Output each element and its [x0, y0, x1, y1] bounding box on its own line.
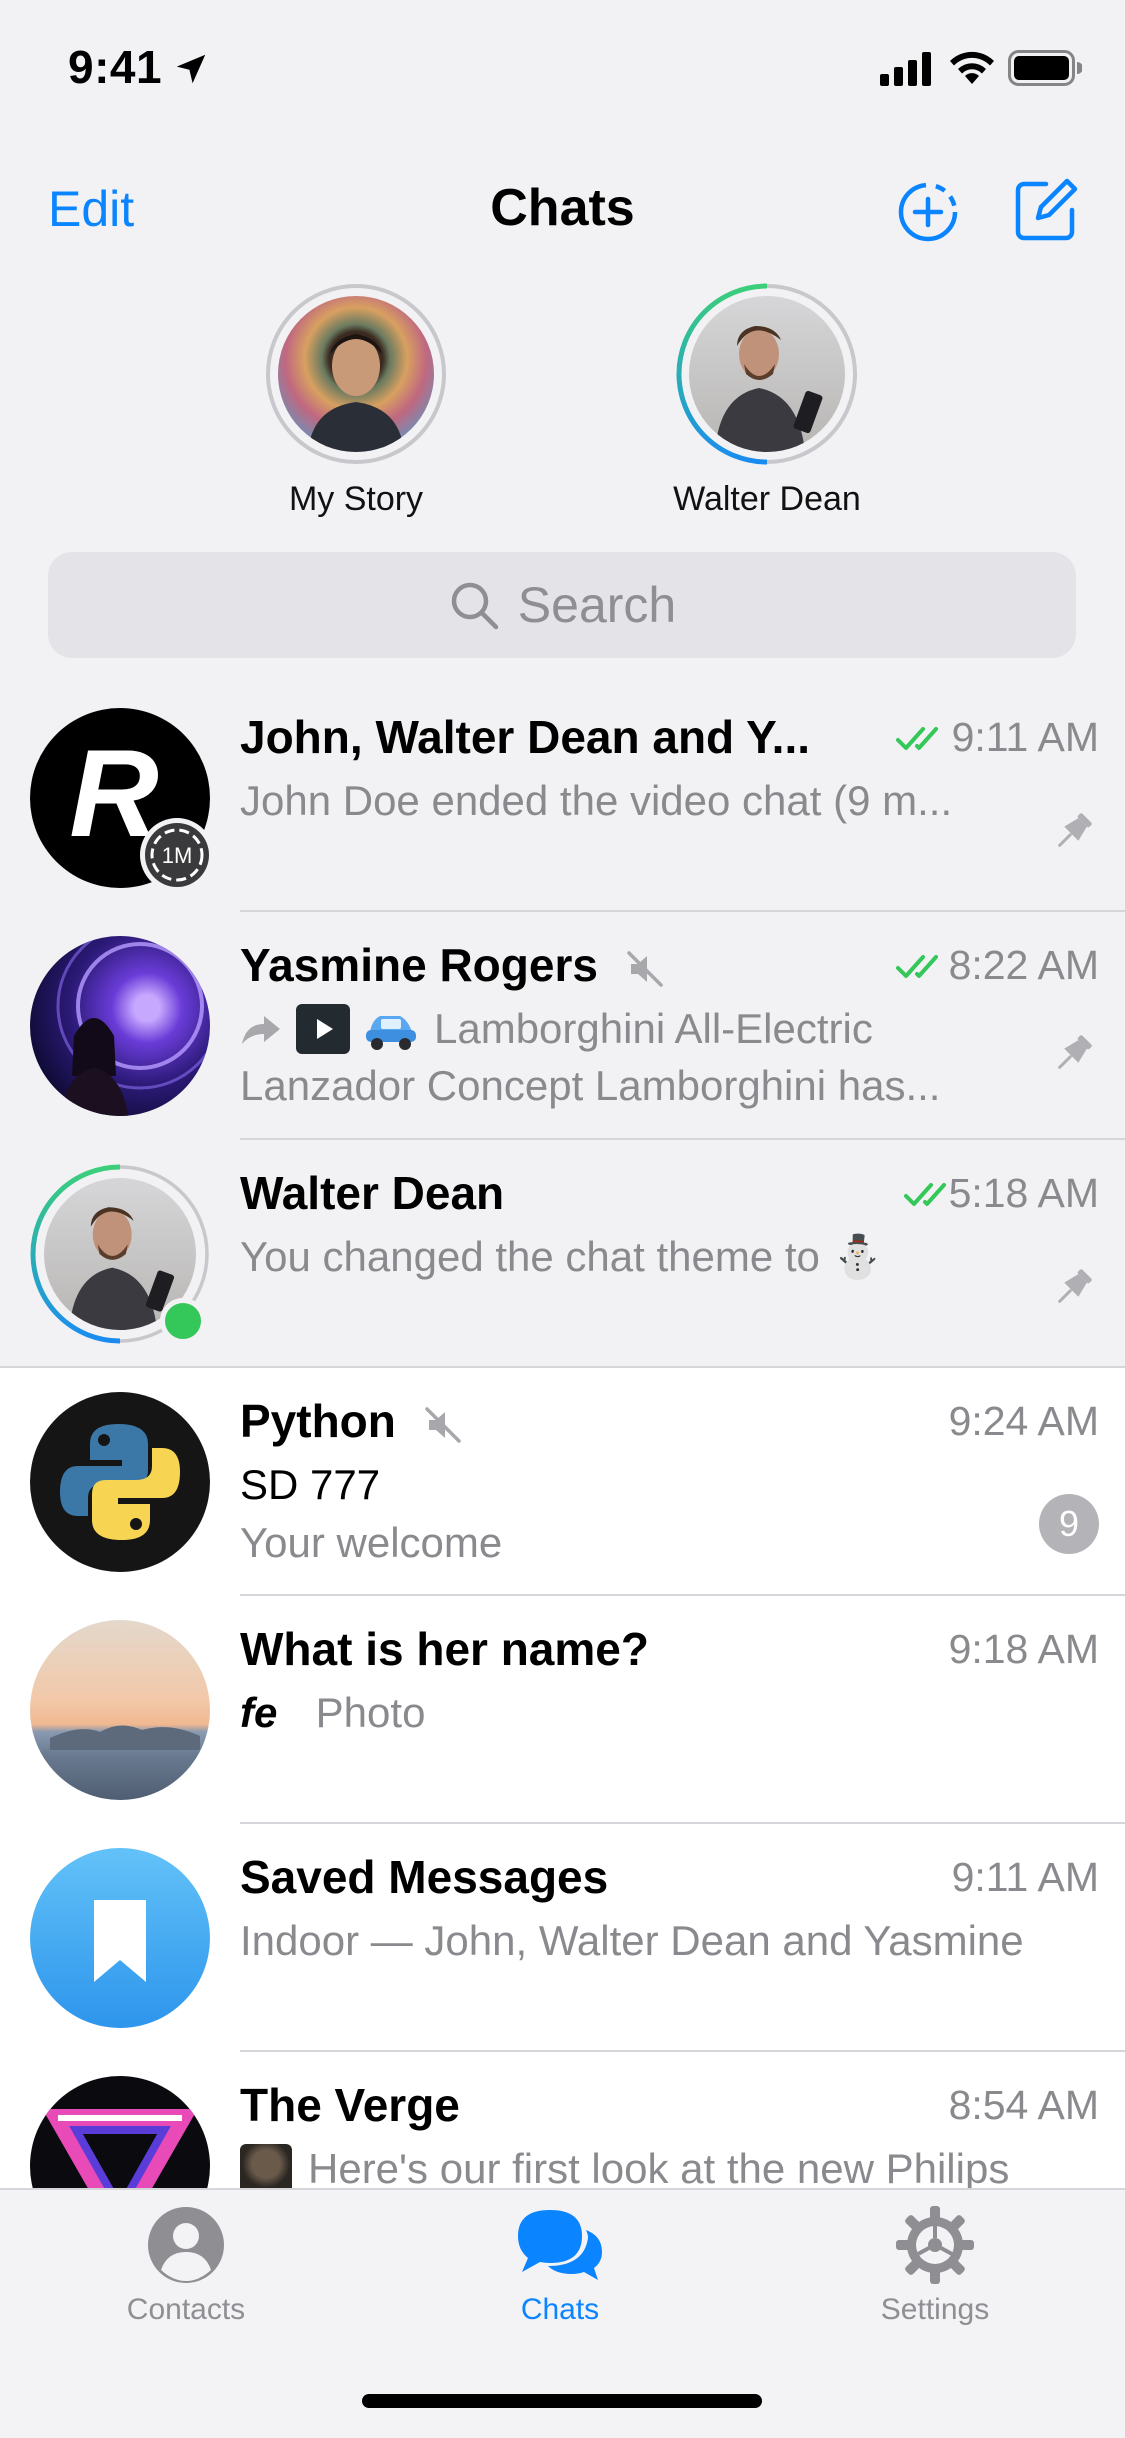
chat-time: 8:22 AM	[948, 942, 1099, 988]
chat-list: R 1M John, Walter Dean and Y... 9:11 AM …	[0, 684, 1125, 2280]
home-indicator	[362, 2394, 762, 2408]
story-walter-dean[interactable]: Walter Dean	[647, 282, 887, 519]
chat-preview-group: fe Photo	[240, 1684, 425, 1741]
chat-preview: Photo	[315, 1689, 426, 1736]
video-thumbnail-icon	[296, 1003, 350, 1054]
double-check-icon	[896, 955, 938, 978]
chat-preview: You changed the chat theme to ⛄	[240, 1233, 884, 1280]
chat-name: What is her name?	[240, 1623, 649, 1675]
compose-icon[interactable]	[1012, 176, 1080, 244]
chat-preview: Lamborghini All-Electric	[434, 1005, 873, 1052]
chat-preview: Indoor — John, Walter Dean and Yasmine	[240, 1917, 1024, 1964]
search-placeholder: Search	[517, 577, 677, 633]
chat-time: 9:18 AM	[948, 1626, 1099, 1672]
chat-row-python[interactable]: Python 9:24 AM SD 777 Your welcome 9	[0, 1368, 1125, 1596]
chat-time: 5:18 AM	[948, 1170, 1099, 1216]
auto-delete-timer-icon: 1M	[140, 818, 214, 892]
status-time: 9:41	[68, 41, 163, 93]
chat-time: 9:11 AM	[951, 1854, 1099, 1900]
edit-button[interactable]: Edit	[48, 180, 134, 238]
person-circle-icon	[148, 2207, 224, 2283]
chat-preview: Your welcome	[240, 1519, 503, 1566]
pin-icon	[1058, 813, 1092, 847]
location-arrow-icon	[176, 54, 206, 84]
chat-name: Yasmine Rogers	[240, 939, 598, 991]
chat-time: 9:24 AM	[948, 1398, 1099, 1444]
chat-name: Python	[240, 1395, 396, 1447]
double-check-icon	[904, 1183, 946, 1206]
chat-row-saved-messages[interactable]: Saved Messages 9:11 AM Indoor — John, Wa…	[0, 1824, 1125, 2052]
photo-thumbnail: fe	[240, 1689, 278, 1736]
tab-label: Settings	[880, 2293, 990, 2326]
my-story-avatar	[278, 296, 434, 452]
search-bar[interactable]: Search	[48, 552, 1076, 658]
chat-name: John, Walter Dean and Y...	[240, 711, 811, 763]
search-icon	[451, 582, 499, 630]
sunset-avatar	[30, 1620, 210, 1800]
unread-badge: 9	[1039, 1494, 1099, 1554]
chat-time: 8:54 AM	[948, 2082, 1099, 2128]
battery-icon	[1008, 50, 1082, 86]
double-check-icon	[896, 727, 938, 750]
chat-name: Walter Dean	[240, 1167, 505, 1219]
saved-messages-avatar	[30, 1848, 210, 2028]
muted-icon	[424, 1407, 461, 1443]
story-my-story[interactable]: My Story	[236, 282, 476, 519]
pin-icon	[1058, 1269, 1092, 1303]
chat-row-group[interactable]: R 1M John, Walter Dean and Y... 9:11 AM …	[0, 684, 1125, 912]
chat-name-group: Yasmine Rogers	[240, 938, 665, 992]
story-label: Walter Dean	[673, 480, 861, 518]
chat-row-walter-dean[interactable]: Walter Dean 5:18 AM You changed the chat…	[0, 1140, 1125, 1368]
forwarded-icon	[242, 1015, 280, 1044]
story-label: My Story	[288, 480, 424, 518]
chat-preview-line1: Lamborghini All-Electric	[240, 1000, 1010, 1057]
thumbnail-image	[240, 2143, 292, 2194]
tab-label: Contacts	[126, 2293, 246, 2326]
chat-preview: John Doe ended the video chat (9 m...	[240, 777, 953, 824]
chat-row-what-is-her-name[interactable]: What is her name? 9:18 AM fe Photo	[0, 1596, 1125, 1824]
tab-contacts[interactable]: Contacts	[56, 2204, 316, 2327]
tab-label: Chats	[520, 2293, 600, 2326]
online-indicator	[160, 1298, 206, 1344]
muted-icon	[626, 951, 663, 987]
timer-badge-text: 1M	[162, 843, 193, 868]
tab-chats[interactable]: Chats	[430, 2204, 690, 2327]
gear-icon	[896, 2206, 974, 2284]
message-sender: SD 777	[240, 1461, 381, 1508]
bookmark-icon	[94, 1900, 146, 1982]
pin-icon	[1058, 1035, 1092, 1069]
chat-time: 9:11 AM	[951, 714, 1099, 760]
tab-settings[interactable]: Settings	[805, 2204, 1065, 2327]
chat-bubbles-icon	[518, 2210, 602, 2280]
car-emoji-icon	[366, 1015, 416, 1050]
chat-row-yasmine-rogers[interactable]: Yasmine Rogers 8:22 AM Lamborghini All-E…	[0, 912, 1125, 1140]
chat-name: The Verge	[240, 2079, 460, 2131]
wifi-icon	[950, 51, 994, 84]
new-story-icon[interactable]	[896, 180, 960, 244]
chat-preview-line2: Lanzador Concept Lamborghini has...	[240, 1062, 941, 1109]
yasmine-avatar	[30, 936, 210, 1116]
python-avatar	[30, 1392, 210, 1572]
walter-dean-avatar	[689, 296, 845, 452]
chat-name-group: Python	[240, 1394, 463, 1448]
chat-name: Saved Messages	[240, 1851, 609, 1903]
cellular-signal-icon	[880, 52, 931, 86]
